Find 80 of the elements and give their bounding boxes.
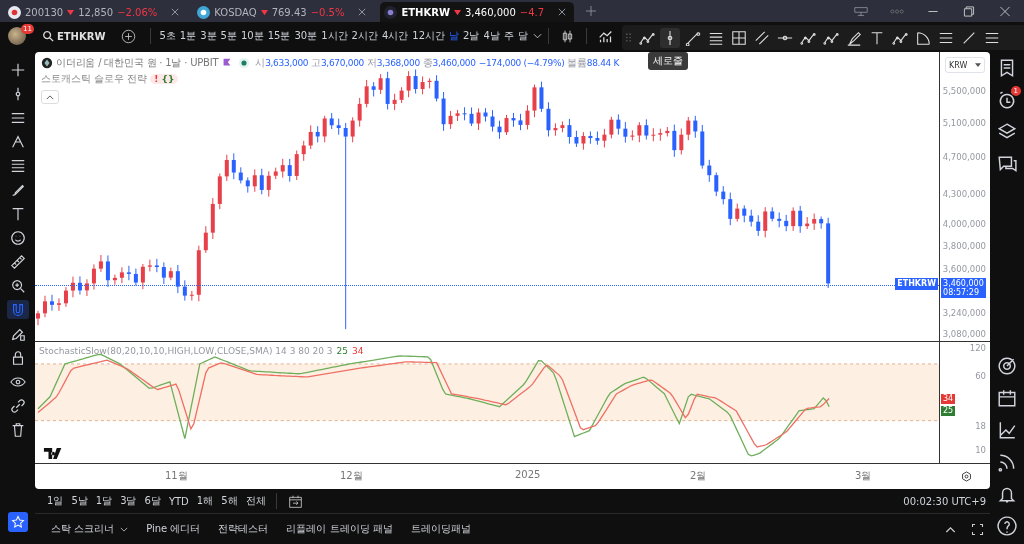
interval-button[interactable]: 5분 [218, 29, 239, 43]
panel-tab[interactable]: 트레이딩패널 [402, 522, 479, 537]
tab-price: 3,460,000 [464, 6, 516, 18]
axis-label: 120 [969, 341, 986, 354]
panel-tab[interactable]: 리플레이 트레이딩 패널 [278, 522, 401, 537]
interval-button[interactable]: 3분 [198, 29, 219, 43]
indicator-title: StochasticSlow(80,20,10,10,HIGH,LOW,CLOSE,SMA) 14 3 80 20 3 [39, 345, 333, 356]
axis-label: 60 [975, 369, 986, 382]
currency-dropdown[interactable]: KRW [945, 57, 986, 73]
interval-button[interactable]: 1시간 [319, 29, 350, 43]
tab-symbol: 200130 [25, 6, 64, 18]
interval-button[interactable]: 4날 [481, 29, 502, 43]
tab-change: −0.5% [310, 6, 345, 18]
ohlc-value: 종3,460,000 [422, 56, 476, 70]
axis-label: 10 [975, 443, 986, 456]
symbol-tab[interactable]: KOSDAQ 769.43 −0.5% [193, 2, 375, 22]
price-change: −174,000 (−4.79%) [478, 58, 565, 68]
k-value: 25 [336, 345, 349, 356]
panel-tab[interactable]: 전략테스터 [210, 522, 277, 537]
symbol-tab[interactable]: ETHKRW 3,460,000 −4.7 [380, 2, 575, 22]
range-button[interactable]: 1해 [192, 494, 218, 509]
interval-button[interactable]: 1분 [177, 29, 199, 43]
clock[interactable]: 00:02:30 UTC+9 [903, 495, 990, 507]
ohlc-value: 시 3,633,000 [255, 56, 309, 70]
interval-button[interactable]: 주 [501, 29, 516, 43]
d-value: 34 [352, 345, 364, 356]
range-button[interactable]: 6달 [140, 494, 165, 509]
axis-label: 3,080,000 [942, 328, 986, 340]
tab-symbol: ETHKRW [401, 6, 450, 18]
k-value-tag: 25 [941, 405, 956, 416]
time-label: 12월 [340, 469, 363, 484]
symbol-tab[interactable]: 200130 12,850 −2.06% [4, 2, 188, 22]
interval-button[interactable]: 날 [447, 29, 461, 43]
d-value-tag: 34 [941, 393, 956, 404]
interval-button[interactable]: 10분 [238, 29, 266, 43]
axis-label: 3,240,000 [942, 306, 986, 319]
interval-button[interactable]: 달 [515, 29, 530, 43]
axis-label: 5,500,000 [942, 85, 986, 97]
last-price-tag: 3,460,000 08:57:29 [941, 278, 986, 299]
volume-value: 볼륨88.44 K [567, 56, 620, 70]
range-button[interactable]: 5해 [217, 494, 242, 509]
interval-button[interactable]: 15분 [265, 29, 293, 43]
tab-price: 12,850 [78, 6, 114, 18]
range-button[interactable]: YTD [164, 495, 193, 507]
tab-price: 769.43 [271, 6, 307, 18]
time-label: 2025 [515, 469, 541, 481]
tab-symbol: KOSDAQ [214, 6, 257, 18]
axis-label: 18 [975, 419, 986, 432]
symbol-search-button[interactable]: ETHKRW [41, 30, 106, 42]
panel-tab[interactable]: 스탁 스크리너 [43, 522, 137, 537]
interval-button[interactable]: 2날 [461, 29, 482, 43]
interval-button[interactable]: 4시간 [379, 29, 411, 43]
range-button[interactable]: 5날 [67, 494, 92, 509]
axis-label: 3,600,000 [942, 262, 986, 275]
time-label: 3월 [855, 469, 872, 484]
time-label: 2월 [690, 469, 707, 484]
tab-change: −2.06% [117, 6, 158, 18]
tooltip: 세로줄 [647, 52, 688, 70]
axis-label: 4,300,000 [942, 188, 986, 201]
tab-change: −4.7 [519, 6, 545, 18]
time-label: 11월 [165, 469, 188, 484]
range-button[interactable]: 전체 [241, 494, 270, 509]
axis-label: 5,100,000 [942, 116, 986, 129]
interval-button[interactable]: 12시간 [410, 29, 447, 43]
strategy-name: 스토캐스틱 슬로우 전략 [41, 72, 148, 86]
ohlc-value: 저3,368,000 [367, 56, 420, 70]
axis-label: 3,800,000 [942, 239, 986, 252]
interval-button[interactable]: 5초 [157, 29, 178, 43]
interval-button[interactable]: 30분 [292, 29, 320, 43]
panel-tab[interactable]: Pine 에디터 [138, 522, 209, 537]
ohlc-value: 고3,670,000 [311, 56, 365, 70]
symbol-price-tag: ETHKRW [895, 278, 939, 291]
range-button[interactable]: 3달 [116, 494, 141, 509]
strategy-badge[interactable]: ! {} [150, 74, 179, 84]
chart-title: 이더리움 / 대한민국 원 · 1날 · UPBIT [56, 56, 219, 70]
range-button[interactable]: 1달 [91, 494, 117, 509]
axis-label: 4,000,000 [942, 218, 986, 231]
range-button[interactable]: 1일 [43, 494, 68, 509]
axis-label: 4,700,000 [942, 150, 986, 163]
interval-button[interactable]: 2시간 [349, 29, 380, 43]
